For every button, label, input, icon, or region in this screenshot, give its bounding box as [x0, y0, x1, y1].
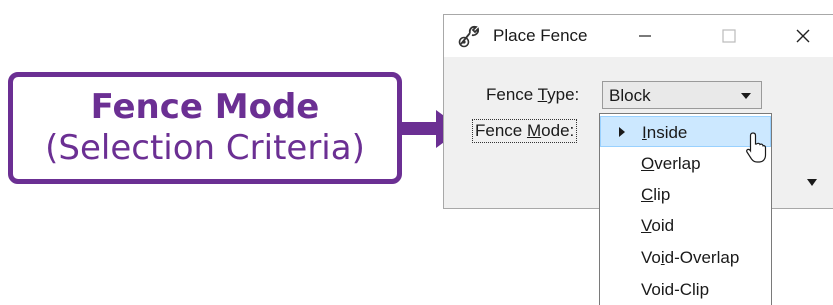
fence-type-select[interactable]: Block	[602, 81, 762, 109]
dialog-title: Place Fence	[493, 26, 588, 45]
mouse-pointer-icon	[746, 132, 767, 163]
callout-arrow-shaft	[402, 122, 438, 135]
dropdown-option-void[interactable]: Void	[600, 210, 771, 241]
dropdown-option-void-overlap[interactable]: Void-Overlap	[600, 242, 771, 273]
close-icon	[796, 29, 810, 43]
fence-type-value: Block	[609, 86, 651, 105]
selected-marker-icon	[619, 127, 625, 137]
callout-subtitle: (Selection Criteria)	[45, 128, 365, 168]
wrench-gear-icon	[458, 25, 479, 48]
dropdown-option-void-clip[interactable]: Void-Clip	[600, 274, 771, 305]
fence-mode-callout: Fence Mode (Selection Criteria)	[8, 72, 402, 184]
maximize-button[interactable]	[706, 15, 752, 57]
callout-title: Fence Mode	[90, 87, 320, 127]
minimize-icon	[639, 35, 651, 37]
close-button[interactable]	[780, 15, 826, 57]
dropdown-option-clip[interactable]: Clip	[600, 179, 771, 210]
chevron-down-icon	[741, 93, 751, 99]
minimize-button[interactable]	[622, 15, 668, 57]
fence-mode-label: Fence Mode:	[472, 119, 578, 143]
maximize-icon	[722, 29, 736, 43]
chevron-down-icon[interactable]	[807, 179, 817, 186]
title-bar[interactable]: Place Fence	[444, 15, 833, 57]
fence-type-label: Fence Type:	[486, 85, 580, 104]
